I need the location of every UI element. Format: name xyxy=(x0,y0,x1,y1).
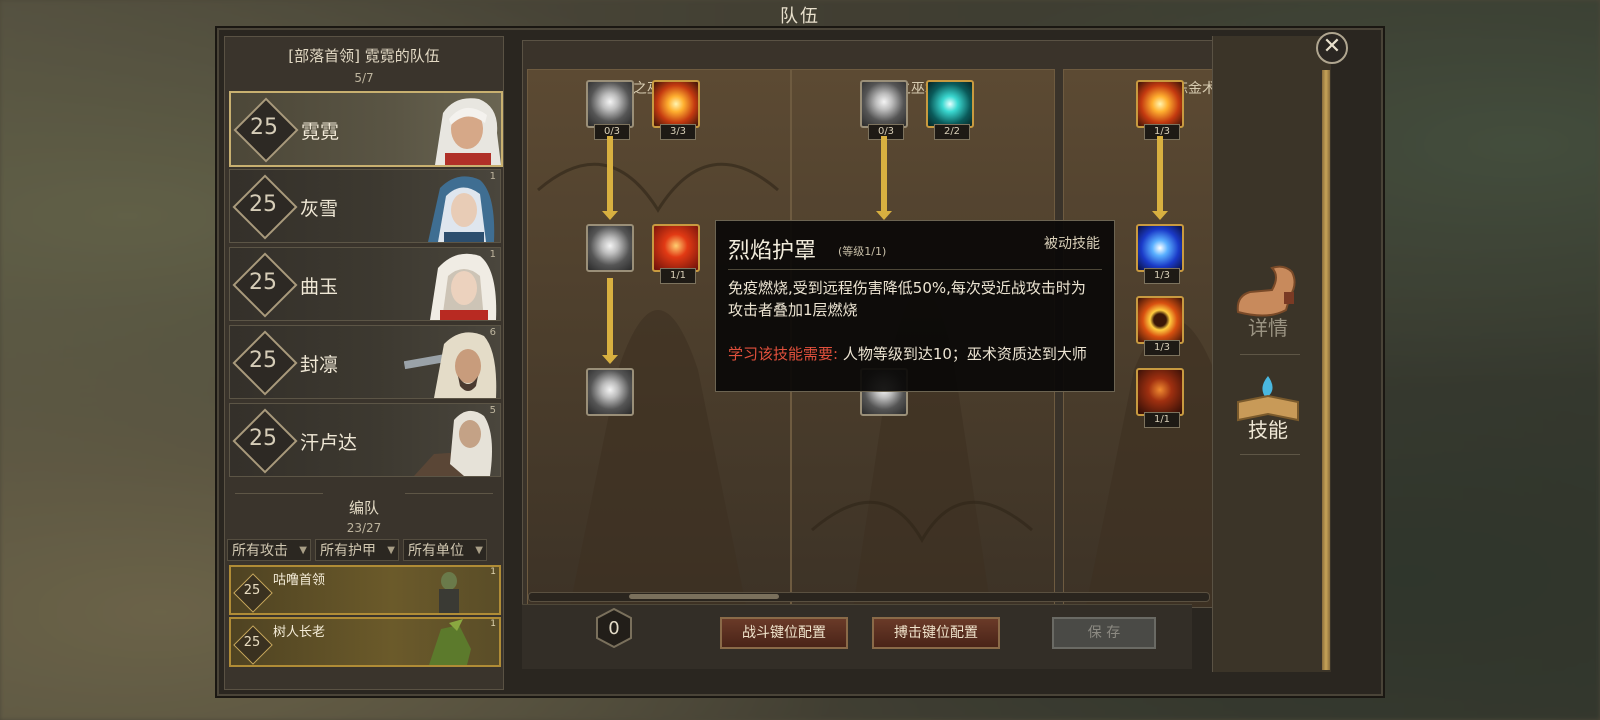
chevron-down-icon: ▼ xyxy=(387,545,395,556)
skills-tab-label: 技能 xyxy=(1248,418,1288,442)
team-panel: [部落首领] 霓霓的队伍 5/7 25 霓霓 25 灰雪 1 25 曲玉 1 2… xyxy=(224,36,504,690)
unit-name: 树人长老 xyxy=(273,625,326,640)
team-title: [部落首领] 霓霓的队伍 xyxy=(288,47,440,65)
divider xyxy=(1240,354,1300,355)
details-tab[interactable]: 详情 xyxy=(1228,262,1308,352)
side-rail xyxy=(1322,70,1330,670)
skill-level-badge: 1/1 xyxy=(1144,412,1180,428)
chevron-down-icon: ▼ xyxy=(475,545,483,556)
attack-filter-dropdown[interactable]: 所有攻击 ▼ xyxy=(227,539,311,561)
member-card-0[interactable]: 25 霓霓 xyxy=(229,91,503,167)
unit-corner-number: 1 xyxy=(490,619,496,629)
details-tab-label: 详情 xyxy=(1248,316,1288,340)
member-name: 灰雪 xyxy=(300,198,339,220)
formation-unit-0[interactable]: 25 咕噜首领 1 xyxy=(229,565,501,615)
unit-portrait xyxy=(439,572,459,613)
member-portrait xyxy=(435,98,501,165)
fire-skill-burst-icon[interactable] xyxy=(586,368,634,416)
flame-shield-skill-icon[interactable] xyxy=(652,224,700,272)
unit-portrait xyxy=(429,619,471,665)
chevron-down-icon: ▼ xyxy=(299,545,307,556)
skill-level-badge: 1/3 xyxy=(1144,268,1180,284)
formation-count: 23/27 xyxy=(346,521,382,535)
dropdown-value: 所有攻击 xyxy=(232,543,288,559)
dropdown-value: 所有护甲 xyxy=(320,543,376,559)
skill-arrow xyxy=(602,136,618,220)
skill-tree-scrollbar[interactable] xyxy=(528,592,1210,602)
alchemy-skill-sun-icon[interactable] xyxy=(1136,80,1184,128)
member-name: 汗卢达 xyxy=(300,432,358,454)
member-portrait xyxy=(404,332,497,398)
save-button[interactable]: 保 存 xyxy=(1052,617,1156,649)
member-card-1[interactable]: 25 灰雪 1 xyxy=(229,169,501,243)
fire-skill-swirl-icon[interactable] xyxy=(586,224,634,272)
member-level: 25 xyxy=(250,115,278,140)
fire-skill-flame-icon[interactable] xyxy=(652,80,700,128)
member-name: 曲玉 xyxy=(300,276,339,298)
member-portrait xyxy=(414,410,492,476)
thunder-skill-vortex-icon[interactable] xyxy=(926,80,974,128)
dropdown-value: 所有单位 xyxy=(408,543,464,559)
tooltip-requirement: 学习该技能需要: 人物等级到达10；巫术资质达到大师 xyxy=(728,343,1100,365)
skills-tab[interactable]: 技能 xyxy=(1228,372,1308,452)
member-card-2[interactable]: 25 曲玉 1 xyxy=(229,247,501,321)
scrollbar-thumb[interactable] xyxy=(629,594,779,599)
skill-arrow xyxy=(1152,136,1168,220)
member-name: 霓霓 xyxy=(301,121,340,143)
tooltip-skill-name: 烈焰护罩 xyxy=(728,239,817,264)
tooltip-description: 免疫燃烧,受到远程伤害降低50%,每次受近战攻击时为攻击者叠加1层燃烧 xyxy=(728,279,1086,319)
battle-keybind-button[interactable]: 战斗键位配置 xyxy=(720,617,848,649)
divider xyxy=(235,493,323,494)
grapple-keybind-button[interactable]: 搏击键位配置 xyxy=(872,617,1000,649)
armor-filter-dropdown[interactable]: 所有护甲 ▼ xyxy=(315,539,399,561)
member-level: 25 xyxy=(249,192,277,217)
skill-points-value: 0 xyxy=(608,618,620,639)
skill-arrow xyxy=(876,136,892,220)
unit-level: 25 xyxy=(243,583,261,598)
skill-level-badge: 3/3 xyxy=(660,124,696,140)
close-icon: ✕ xyxy=(1322,34,1342,59)
tooltip-divider xyxy=(728,269,1102,270)
formation-title: 编队 xyxy=(348,499,379,517)
unit-name: 咕噜首领 xyxy=(273,573,326,588)
member-portrait xyxy=(430,253,497,320)
member-card-4[interactable]: 25 汗卢达 5 xyxy=(229,403,501,477)
tooltip-skill-type: 被动技能 xyxy=(1044,236,1100,252)
skill-tooltip: 烈焰护罩 (等级1/1) 被动技能 免疫燃烧,受到远程伤害降低50%,每次受近战… xyxy=(715,220,1115,392)
thunder-skill-bolt-icon[interactable] xyxy=(860,80,908,128)
member-level: 25 xyxy=(249,348,277,373)
member-portrait xyxy=(428,176,495,242)
alchemy-skill-ring-icon[interactable] xyxy=(1136,296,1184,344)
team-count: 5/7 xyxy=(354,71,374,85)
member-card-3[interactable]: 25 封凛 6 xyxy=(229,325,501,399)
alchemy-skill-demon-icon[interactable] xyxy=(1136,368,1184,416)
alchemy-skill-lightning-icon[interactable] xyxy=(1136,224,1184,272)
requirement-text: 人物等级到达10；巫术资质达到大师 xyxy=(842,345,1087,363)
unit-corner-number: 1 xyxy=(490,567,496,577)
skill-level-badge: 2/2 xyxy=(934,124,970,140)
divider xyxy=(1240,454,1300,455)
member-name: 封凛 xyxy=(300,354,339,376)
unit-filter-dropdown[interactable]: 所有单位 ▼ xyxy=(403,539,487,561)
skill-arrow xyxy=(602,278,618,364)
skill-level-badge: 1/1 xyxy=(660,268,696,284)
window-title: 队伍 xyxy=(780,6,820,27)
column-title: 雷之巫术 (3) xyxy=(882,81,964,97)
close-button[interactable]: ✕ xyxy=(1316,32,1348,64)
fire-skill-orb-icon[interactable] xyxy=(586,80,634,128)
member-level: 25 xyxy=(249,426,277,451)
divider xyxy=(405,493,493,494)
tooltip-skill-level: (等级1/1) xyxy=(838,245,887,258)
formation-unit-1[interactable]: 25 树人长老 1 xyxy=(229,617,501,667)
requirement-label: 学习该技能需要: xyxy=(728,345,839,363)
skill-level-badge: 1/3 xyxy=(1144,340,1180,356)
member-level: 25 xyxy=(249,270,277,295)
unit-level: 25 xyxy=(243,635,261,650)
